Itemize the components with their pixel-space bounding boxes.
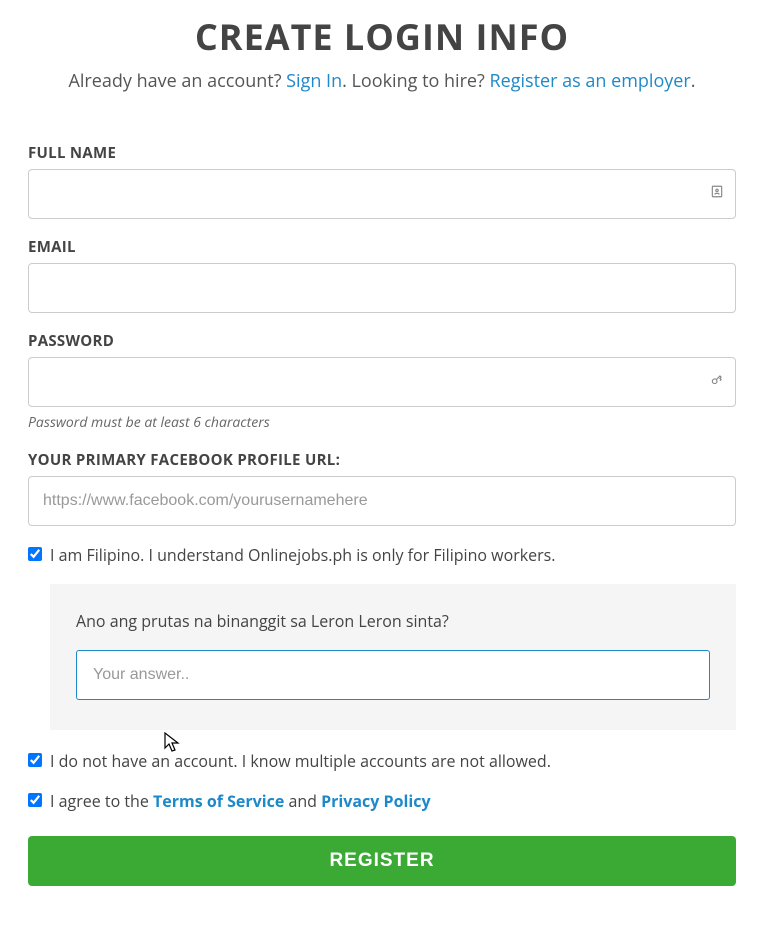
page-title: CREATE LOGIN INFO — [28, 12, 736, 61]
subline-text-2: . Looking to hire? — [342, 69, 489, 93]
fullname-label: FULL NAME — [28, 143, 736, 163]
agree-checkbox[interactable] — [28, 793, 42, 807]
security-question-box: Ano ang prutas na binanggit sa Leron Ler… — [50, 584, 736, 730]
subline: Already have an account? Sign In. Lookin… — [28, 69, 736, 93]
email-label: EMAIL — [28, 237, 736, 257]
facebook-input[interactable] — [28, 476, 736, 526]
email-input[interactable] — [28, 263, 736, 313]
password-helper: Password must be at least 6 characters — [28, 413, 736, 432]
facebook-label: YOUR PRIMARY FACEBOOK PROFILE URL: — [28, 450, 736, 470]
fullname-input[interactable] — [28, 169, 736, 219]
register-button[interactable]: REGISTER — [28, 836, 736, 886]
register-employer-link[interactable]: Register as an employer — [489, 69, 690, 93]
password-input[interactable] — [28, 357, 736, 407]
security-answer-input[interactable] — [76, 650, 710, 700]
privacy-policy-link[interactable]: Privacy Policy — [321, 790, 431, 812]
terms-of-service-link[interactable]: Terms of Service — [153, 790, 284, 812]
subline-text-3: . — [691, 69, 696, 93]
password-label: PASSWORD — [28, 331, 736, 351]
security-question-text: Ano ang prutas na binanggit sa Leron Ler… — [76, 610, 710, 632]
noaccount-checkbox-row[interactable]: I do not have an account. I know multipl… — [28, 750, 736, 772]
sign-in-link[interactable]: Sign In — [286, 69, 342, 93]
agree-checkbox-row[interactable]: I agree to the Terms of Service and Priv… — [28, 790, 736, 812]
filipino-checkbox-label: I am Filipino. I understand Onlinejobs.p… — [50, 544, 555, 566]
filipino-checkbox-row[interactable]: I am Filipino. I understand Onlinejobs.p… — [28, 544, 736, 566]
filipino-checkbox[interactable] — [28, 547, 42, 561]
noaccount-checkbox[interactable] — [28, 753, 42, 767]
subline-text-1: Already have an account? — [69, 69, 287, 93]
agree-checkbox-label: I agree to the Terms of Service and Priv… — [50, 790, 431, 812]
noaccount-checkbox-label: I do not have an account. I know multipl… — [50, 750, 551, 772]
